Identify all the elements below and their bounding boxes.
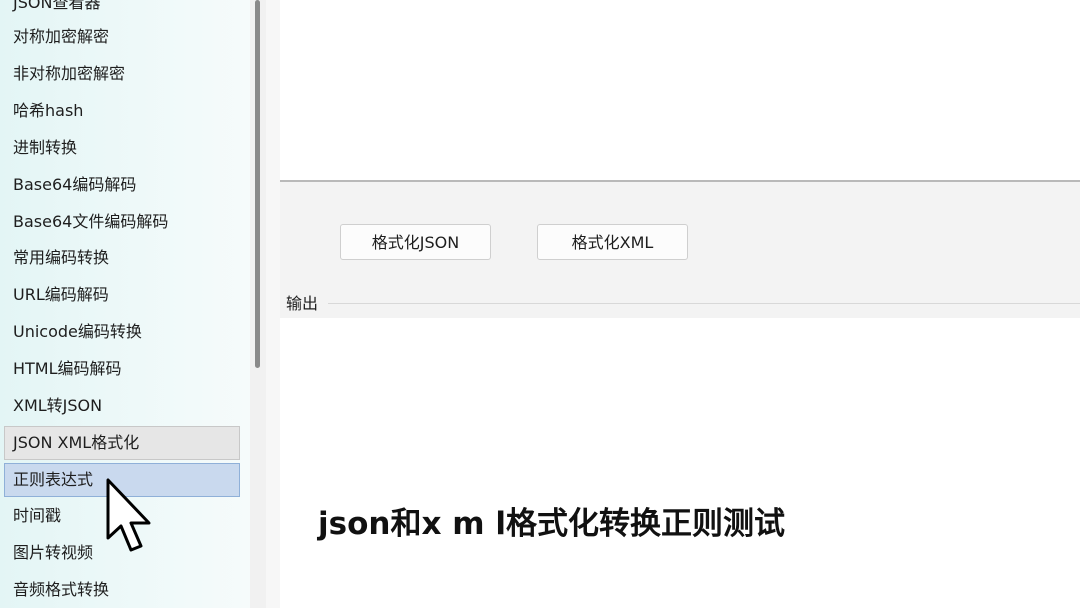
sidebar-item-base64-file[interactable]: Base64文件编码解码	[4, 205, 240, 239]
sidebar-item-hash[interactable]: 哈希hash	[4, 94, 240, 128]
output-textarea[interactable]	[280, 318, 1080, 608]
sidebar-item-common-encoding[interactable]: 常用编码转换	[4, 241, 240, 275]
sidebar-item-base64[interactable]: Base64编码解码	[4, 168, 240, 202]
panel-gutter	[266, 0, 280, 608]
sidebar-item-url-encoding[interactable]: URL编码解码	[4, 278, 240, 312]
sidebar-item-symmetric-crypto[interactable]: 对称加密解密	[4, 20, 240, 54]
sidebar-item-html-encoding[interactable]: HTML编码解码	[4, 352, 240, 386]
overlay-caption: json和x m l格式化转换正则测试	[318, 506, 785, 542]
sidebar-item-base-conversion[interactable]: 进制转换	[4, 131, 240, 165]
sidebar-item-json-viewer[interactable]: JSON查看器	[4, 0, 240, 20]
mouse-pointer-icon	[106, 478, 151, 552]
sidebar-item-audio-convert[interactable]: 音频格式转换	[4, 573, 240, 607]
format-xml-button[interactable]: 格式化XML	[537, 224, 688, 260]
format-json-button[interactable]: 格式化JSON	[340, 224, 491, 260]
output-group-divider	[328, 303, 1080, 304]
sidebar-item-asymmetric-crypto[interactable]: 非对称加密解密	[4, 57, 240, 91]
sidebar-item-json-xml-format[interactable]: JSON XML格式化	[4, 426, 240, 460]
sidebar-item-unicode[interactable]: Unicode编码转换	[4, 315, 240, 349]
sidebar-scrollbar-thumb[interactable]	[255, 0, 260, 368]
sidebar-item-xml-to-json[interactable]: XML转JSON	[4, 389, 240, 423]
output-group-header	[280, 295, 1080, 318]
output-group-label: 输出	[286, 293, 323, 315]
input-textarea[interactable]	[280, 0, 1080, 182]
